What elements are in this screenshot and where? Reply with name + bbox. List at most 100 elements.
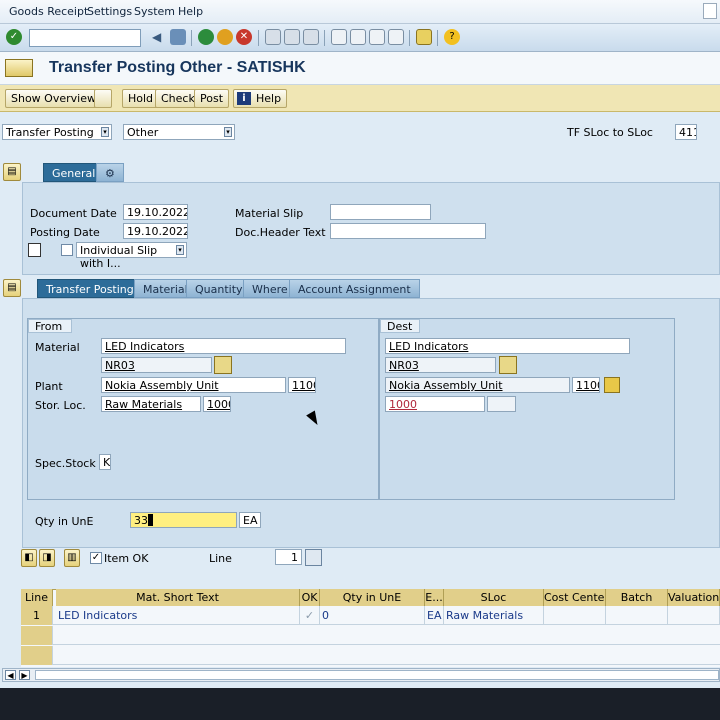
command-field[interactable] [29, 29, 141, 47]
collapse-header-icon[interactable]: ▤ [3, 163, 21, 181]
column-header-batch[interactable]: Batch [606, 589, 668, 606]
dest-storage-location-field[interactable]: 1000 [385, 396, 485, 412]
material-image-icon[interactable] [214, 356, 232, 374]
row-valuation-cell[interactable] [668, 606, 720, 625]
from-plant-field[interactable]: Nokia Assembly Unit [101, 377, 286, 393]
help-button[interactable]: i Help [233, 89, 288, 108]
line-field[interactable]: 1 [275, 549, 302, 565]
movement-type-field[interactable]: 411 [675, 124, 697, 140]
reference-select[interactable]: Other ▾ [123, 124, 235, 140]
dropdown-icon: ▾ [176, 245, 184, 255]
column-header-cost-center[interactable]: Cost Center [544, 589, 606, 606]
tab-quantity[interactable]: Quantity [186, 279, 252, 298]
column-header-sloc[interactable]: SLoc [444, 589, 544, 606]
row-ok-cell[interactable]: ✓ [300, 606, 320, 625]
first-page-icon[interactable] [331, 29, 347, 45]
application-toolbar: Show Overview Hold Check Post i Help [0, 85, 720, 112]
column-header-unit[interactable]: E... [425, 589, 444, 606]
scrollbar-thumb[interactable] [35, 670, 719, 680]
material-slip-field[interactable] [330, 204, 431, 220]
next-item-icon[interactable]: ◨ [39, 549, 55, 567]
print-checkbox[interactable] [61, 244, 73, 256]
scroll-right-icon[interactable]: ▶ [19, 670, 30, 680]
qty-field[interactable]: 33 [130, 512, 237, 528]
exit-icon[interactable] [217, 29, 233, 45]
special-stock-field[interactable]: K [99, 454, 111, 470]
dest-plant-code-field[interactable]: 1100 [572, 377, 600, 393]
title-bar: Transfer Posting Other - SATISHK [0, 52, 720, 85]
collapse-item-icon[interactable]: ▤ [3, 279, 21, 297]
row-line-cell[interactable]: 1 [21, 606, 53, 625]
column-header-valuation[interactable]: Valuation T [668, 589, 720, 606]
delete-item-icon[interactable]: ▥ [64, 549, 80, 567]
plant-search-icon[interactable] [604, 377, 620, 393]
find-next-icon[interactable] [303, 29, 319, 45]
help-icon[interactable]: ? [444, 29, 460, 45]
table-row[interactable] [21, 646, 720, 665]
previous-item-icon[interactable]: ◧ [21, 549, 37, 567]
table-row[interactable] [21, 626, 720, 645]
menu-help[interactable]: Help [178, 5, 203, 18]
dest-material-field[interactable]: LED Indicators [385, 338, 630, 354]
horizontal-scrollbar[interactable]: ◀ ▶ [2, 668, 720, 682]
from-material-field[interactable]: LED Indicators [101, 338, 346, 354]
dest-storage-location-text-field[interactable] [487, 396, 516, 412]
dropdown-icon: ▾ [101, 127, 109, 137]
next-page-icon[interactable] [369, 29, 385, 45]
history-arrow-icon[interactable]: ◀ [152, 29, 168, 45]
menu-goods-receipt[interactable]: Goods Receipt [9, 5, 88, 18]
column-header-ok[interactable]: OK [300, 589, 320, 606]
cancel-icon[interactable]: ✕ [236, 29, 252, 45]
enter-icon[interactable]: ✓ [6, 29, 22, 45]
column-header-qty[interactable]: Qty in UnE [320, 589, 425, 606]
menu-system[interactable]: System [134, 5, 175, 18]
posting-date-field[interactable]: 19.10.2022 [123, 223, 188, 239]
column-header-line[interactable]: Line [21, 589, 53, 606]
row-qty-cell[interactable]: 0 [320, 606, 425, 625]
document-date-label: Document Date [30, 207, 117, 220]
row-sloc-cell[interactable]: Raw Materials [444, 606, 544, 625]
show-overview-button[interactable]: Show Overview [5, 89, 102, 108]
item-ok-label: Item OK [104, 552, 149, 565]
new-document-icon[interactable] [94, 89, 112, 108]
row-text-cell[interactable]: LED Indicators [56, 606, 300, 625]
row-unit-cell[interactable]: EA [425, 606, 444, 625]
line-select-icon[interactable] [305, 549, 322, 566]
tab-transfer-posting[interactable]: Transfer Posting [37, 279, 143, 298]
table-row[interactable]: 1 LED Indicators ✓ 0 EA Raw Materials [21, 606, 720, 625]
from-storage-location-field[interactable]: Raw Materials [101, 396, 201, 412]
dest-material-number-field[interactable]: NR03 [385, 357, 496, 373]
menu-settings[interactable]: Settings [87, 5, 132, 18]
dest-plant-field[interactable]: Nokia Assembly Unit [385, 377, 570, 393]
from-plant-label: Plant [35, 380, 63, 393]
column-header-text[interactable]: Mat. Short Text [56, 589, 300, 606]
hold-button[interactable]: Hold [122, 89, 160, 108]
from-material-number-field[interactable]: NR03 [101, 357, 212, 373]
transaction-select[interactable]: Transfer Posting ▾ [2, 124, 112, 140]
qty-unit-field[interactable]: EA [239, 512, 261, 528]
tab-partner-icon[interactable]: ⚙ [96, 163, 124, 182]
find-icon[interactable] [284, 29, 300, 45]
doc-header-text-label: Doc.Header Text [235, 226, 326, 239]
previous-page-icon[interactable] [350, 29, 366, 45]
create-session-icon[interactable] [416, 29, 432, 45]
movement-type-label: TF SLoc to SLoc [567, 126, 653, 139]
doc-header-text-field[interactable] [330, 223, 486, 239]
item-ok-checkbox[interactable]: ✓ [90, 552, 102, 564]
document-date-field[interactable]: 19.10.2022 [123, 204, 188, 220]
window-close-icon[interactable] [703, 3, 717, 19]
dest-material-image-icon[interactable] [499, 356, 517, 374]
row-cost-center-cell[interactable] [544, 606, 606, 625]
save-icon[interactable] [170, 29, 186, 45]
slip-type-select[interactable]: Individual Slip with I... ▾ [76, 242, 187, 270]
back-icon[interactable] [198, 29, 214, 45]
row-batch-cell[interactable] [606, 606, 668, 625]
post-button[interactable]: Post [194, 89, 230, 108]
menu-overview-icon[interactable] [5, 59, 33, 77]
from-plant-code-field[interactable]: 1100 [288, 377, 316, 393]
last-page-icon[interactable] [388, 29, 404, 45]
tab-account-assignment[interactable]: Account Assignment [289, 279, 420, 298]
from-storage-location-code-field[interactable]: 1000 [203, 396, 231, 412]
scroll-left-icon[interactable]: ◀ [5, 670, 16, 680]
print-icon[interactable] [265, 29, 281, 45]
